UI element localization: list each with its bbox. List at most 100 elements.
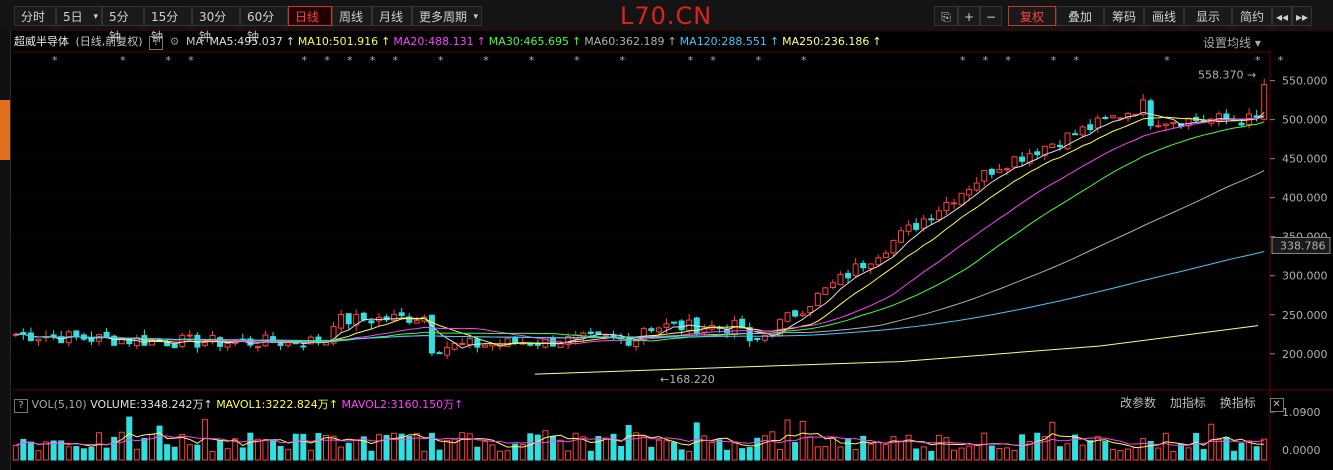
mavol1-arrow-icon: ↑ — [328, 398, 339, 411]
volume-bar — [27, 441, 34, 461]
volume-bar — [799, 420, 806, 461]
candle-body — [829, 282, 836, 288]
candle-body — [852, 263, 859, 277]
signal-star-icon: * — [165, 54, 171, 67]
signal-star-icon: * — [1164, 54, 1170, 67]
volume-bar — [951, 449, 957, 461]
candle-body — [845, 272, 852, 279]
volume-bar — [254, 438, 261, 461]
candle-body — [595, 331, 602, 335]
candle-body — [898, 230, 905, 243]
volume-bar — [913, 448, 920, 461]
vol-params: VOL(5,10) — [31, 398, 87, 411]
volume-bar — [920, 446, 927, 461]
switch-indicator-button[interactable]: 换指标 — [1220, 396, 1256, 410]
volume-bar — [1011, 449, 1018, 461]
candle-body — [345, 313, 352, 325]
price-tick-label: 500.000 — [1282, 114, 1328, 127]
candle-body — [655, 327, 662, 333]
volume-bar — [247, 432, 254, 461]
volume-help-button[interactable]: ? — [14, 399, 28, 413]
volume-bar — [852, 448, 859, 461]
candle-body — [1072, 133, 1079, 136]
signal-star-icon: * — [347, 54, 353, 67]
candle-body — [224, 342, 231, 348]
volume-bar — [103, 447, 110, 461]
volume-bar — [1034, 432, 1041, 461]
volume-bar — [141, 437, 148, 461]
volume-bar — [565, 450, 572, 461]
candle-body — [882, 252, 889, 259]
candle-body — [943, 201, 950, 211]
candle-body — [928, 218, 935, 221]
volume-bar — [164, 444, 171, 461]
volume-bar — [1140, 438, 1147, 461]
volume-bar — [943, 437, 950, 461]
volume-bar — [1238, 443, 1245, 461]
candle-body — [678, 320, 685, 331]
candle-body — [973, 182, 980, 191]
volume-bar — [285, 448, 292, 461]
close-icon[interactable]: ✕ — [1269, 398, 1284, 412]
volume-bar — [1019, 434, 1026, 461]
candle-body — [648, 328, 655, 332]
candle-body — [459, 342, 466, 345]
volume-bar — [973, 444, 980, 461]
volume-bar — [444, 439, 451, 461]
volume-bar — [807, 436, 814, 461]
volume-bar — [731, 442, 738, 461]
volume-bar — [497, 450, 504, 461]
volume-bar — [625, 425, 632, 461]
volume-bar — [981, 432, 988, 461]
candle-body — [1056, 144, 1063, 148]
signal-star-icon: * — [1051, 54, 1057, 67]
volume-bar — [769, 431, 776, 461]
ma5-line — [15, 111, 1265, 349]
volume-bar — [716, 439, 723, 461]
volume-bar — [126, 416, 133, 461]
volume-bar — [1155, 447, 1162, 461]
volume-bar — [466, 433, 473, 461]
volume-bar — [1215, 438, 1222, 461]
candle-body — [867, 263, 874, 269]
candle-body — [360, 312, 367, 321]
price-tick-label: 550.000 — [1282, 75, 1328, 88]
volume-bar — [678, 449, 685, 461]
candle-body — [671, 321, 678, 324]
volume-bar — [345, 442, 352, 461]
volume-bar — [867, 443, 874, 461]
candle-body — [1034, 151, 1041, 156]
volume-bar — [557, 439, 564, 461]
volume-bar — [224, 448, 231, 461]
price-tick-label: 250.000 — [1282, 309, 1328, 322]
change-params-button[interactable]: 改参数 — [1120, 396, 1156, 410]
candle-body — [481, 344, 488, 348]
candle-body — [474, 338, 481, 348]
candle-body — [996, 169, 1003, 173]
volume-bar — [474, 446, 481, 461]
volume-bar — [1230, 450, 1237, 461]
volume-bar — [996, 448, 1003, 461]
volume-bar — [111, 436, 118, 461]
volume-bar — [648, 446, 655, 461]
candle-body — [444, 347, 451, 356]
volume-bar — [1253, 446, 1260, 461]
volume-bar — [1125, 448, 1132, 461]
volume-bar — [1200, 449, 1207, 461]
add-indicator-button[interactable]: 加指标 — [1170, 396, 1206, 410]
candle-body — [103, 331, 110, 338]
signal-star-icon: * — [619, 54, 625, 67]
candle-body — [1087, 124, 1094, 130]
volume-bar — [845, 438, 852, 461]
price-tick-label: 300.000 — [1282, 270, 1328, 283]
candle-body — [1079, 126, 1086, 136]
candle-body — [633, 340, 640, 348]
volume-bar — [43, 441, 50, 461]
signal-star-icon: * — [960, 54, 966, 67]
candle-body — [186, 334, 193, 337]
volume-bar — [671, 441, 678, 461]
volume-bar — [527, 433, 534, 461]
volume-bar — [375, 434, 382, 461]
candle-body — [860, 262, 867, 269]
candle-body — [300, 345, 307, 348]
